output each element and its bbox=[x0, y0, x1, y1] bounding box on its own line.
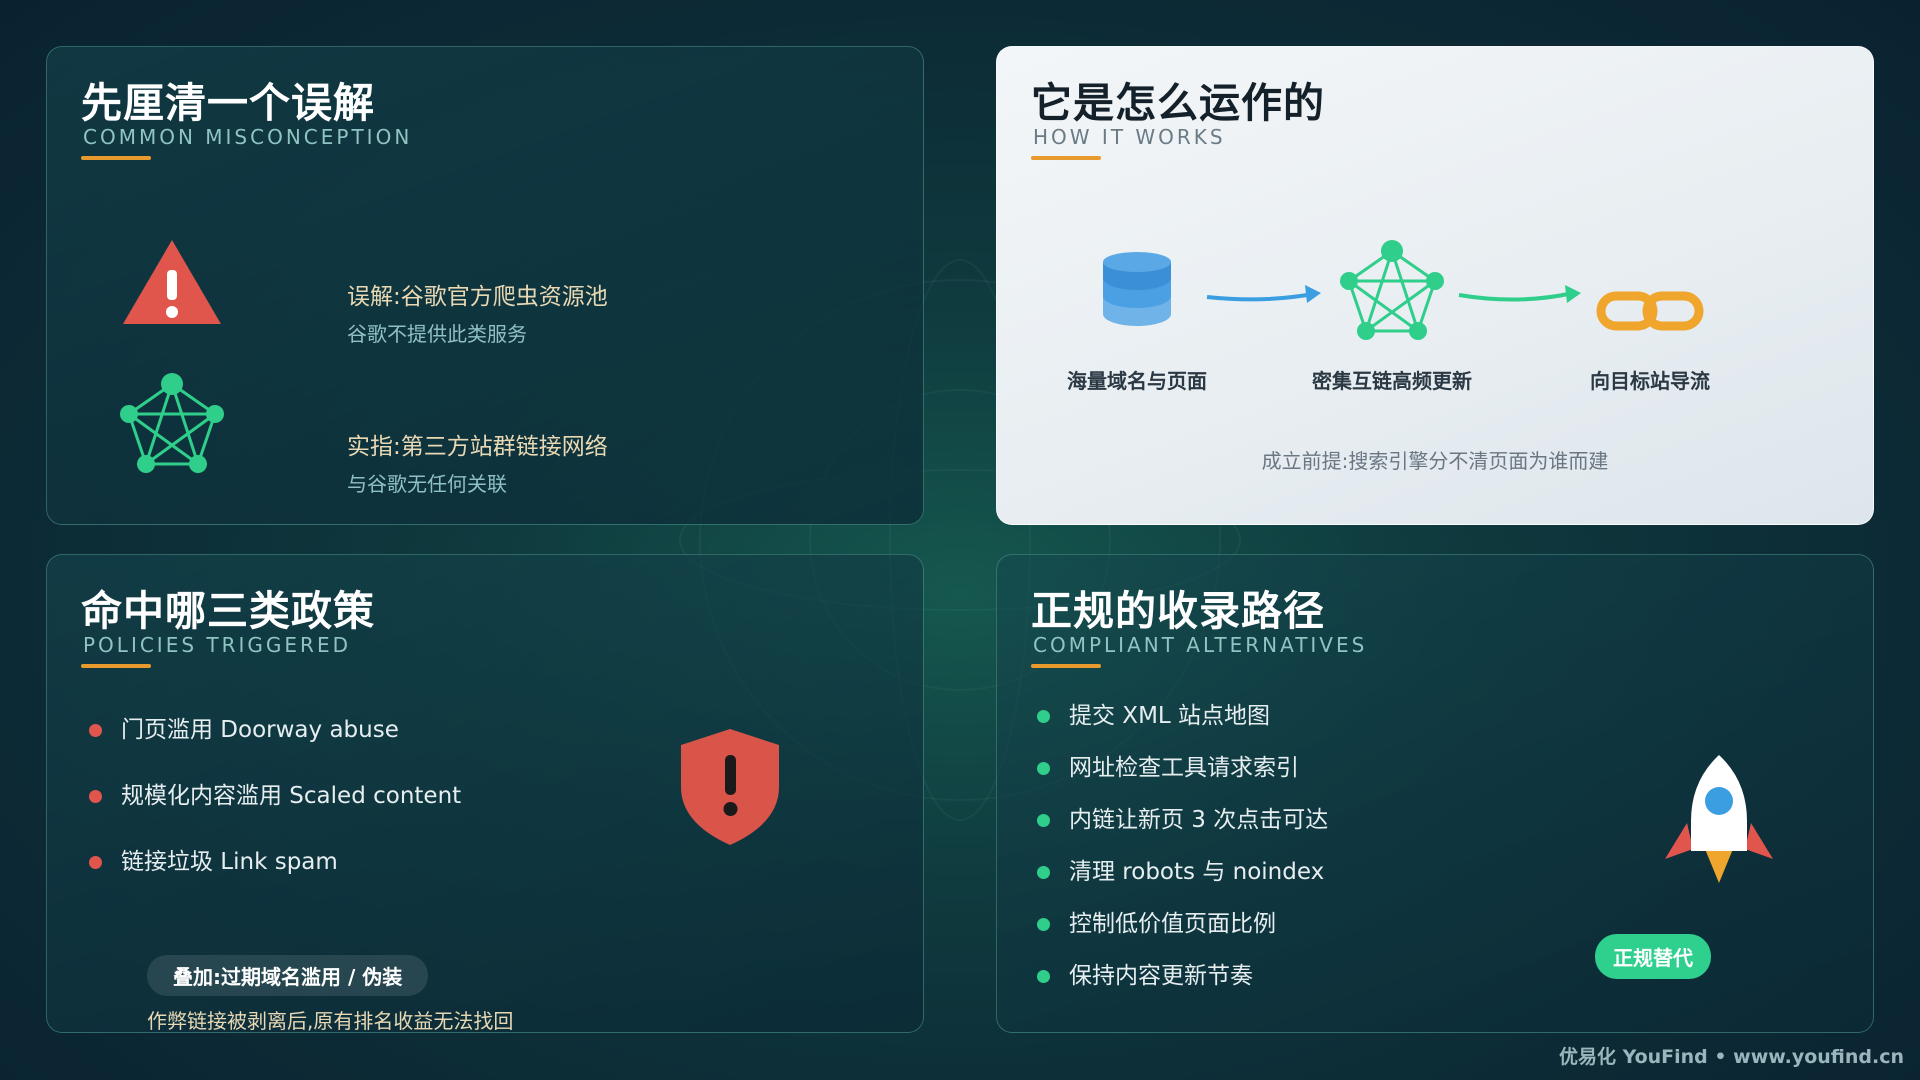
bullet-dot bbox=[1037, 762, 1050, 775]
bullet-dot bbox=[89, 856, 102, 869]
title-underline bbox=[81, 156, 151, 160]
list-item: 清理 robots 与 noindex bbox=[1037, 857, 1328, 909]
overlay-pill: 叠加:过期域名滥用 / 伪装 bbox=[147, 955, 429, 996]
how-it-works-title: 它是怎么运作的 bbox=[1031, 79, 1325, 127]
list-item: 门页滥用 Doorway abuse bbox=[89, 715, 461, 781]
alternatives-list: 提交 XML 站点地图 网址检查工具请求索引 内链让新页 3 次点击可达 清理 … bbox=[1037, 701, 1328, 1013]
network-icon bbox=[120, 373, 224, 473]
database-icon bbox=[1103, 252, 1171, 326]
arrow-right-icon bbox=[1206, 285, 1321, 303]
alternatives-card: 正规的收录路径 COMPLIANT ALTERNATIVES 提交 XML 站点… bbox=[996, 554, 1874, 1033]
list-item: 链接垃圾 Link spam bbox=[89, 847, 461, 913]
list-item: 控制低价值页面比例 bbox=[1037, 909, 1328, 961]
bullet-dot bbox=[89, 790, 102, 803]
alternative-label: 控制低价值页面比例 bbox=[1069, 911, 1276, 937]
step-label: 向目标站导流 bbox=[1590, 369, 1710, 393]
list-item: 网址检查工具请求索引 bbox=[1037, 753, 1328, 805]
list-item: 提交 XML 站点地图 bbox=[1037, 701, 1328, 753]
misconception-heading: 实指:第三方站群链接网络 bbox=[347, 434, 608, 460]
bullet-dot bbox=[1037, 970, 1050, 983]
misconception-desc: 与谷歌无任何关联 bbox=[347, 472, 507, 496]
step-label: 密集互链高频更新 bbox=[1312, 369, 1472, 393]
misconception-heading: 误解:谷歌官方爬虫资源池 bbox=[347, 284, 608, 310]
footer-brand: 优易化 YouFind • www.youfind.cn bbox=[1558, 1046, 1904, 1068]
how-it-works-subtitle: HOW IT WORKS bbox=[1033, 125, 1226, 149]
policy-label: 规模化内容滥用 Scaled content bbox=[121, 783, 462, 809]
policies-card: 命中哪三类政策 POLICIES TRIGGERED 门页滥用 Doorway … bbox=[46, 554, 924, 1033]
alternative-label: 提交 XML 站点地图 bbox=[1069, 703, 1271, 729]
step-label: 海量域名与页面 bbox=[1067, 369, 1207, 393]
shield-alert-icon bbox=[681, 729, 779, 845]
list-item: 保持内容更新节奏 bbox=[1037, 961, 1328, 1013]
bullet-dot bbox=[1037, 814, 1050, 827]
list-item: 内链让新页 3 次点击可达 bbox=[1037, 805, 1328, 857]
arrow-right-icon bbox=[1458, 285, 1581, 303]
bullet-dot bbox=[1037, 710, 1050, 723]
policies-subtitle: POLICIES TRIGGERED bbox=[83, 633, 351, 657]
misconception-desc: 谷歌不提供此类服务 bbox=[347, 322, 527, 346]
title-underline bbox=[81, 664, 151, 668]
alternative-label: 网址检查工具请求索引 bbox=[1069, 755, 1299, 781]
compliant-badge: 正规替代 bbox=[1595, 934, 1711, 979]
alternative-label: 内链让新页 3 次点击可达 bbox=[1069, 807, 1329, 833]
misconception-subtitle: COMMON MISCONCEPTION bbox=[83, 125, 413, 149]
rocket-icon bbox=[1665, 755, 1773, 883]
bullet-dot bbox=[1037, 866, 1050, 879]
premise-text: 成立前提:搜索引擎分不清页面为谁而建 bbox=[1261, 449, 1609, 473]
link-chain-icon bbox=[1596, 291, 1704, 331]
list-item: 规模化内容滥用 Scaled content bbox=[89, 781, 461, 847]
bullet-dot bbox=[89, 724, 102, 737]
warning-triangle-icon bbox=[123, 240, 221, 324]
title-underline bbox=[1031, 156, 1101, 160]
policy-label: 门页滥用 Doorway abuse bbox=[121, 717, 399, 743]
title-underline bbox=[1031, 664, 1101, 668]
bullet-dot bbox=[1037, 918, 1050, 931]
how-it-works-card: 它是怎么运作的 HOW IT WORKS 海量域名与页面 密集互链高频更新 向目… bbox=[996, 46, 1874, 525]
alternative-label: 清理 robots 与 noindex bbox=[1069, 859, 1325, 885]
policy-label: 链接垃圾 Link spam bbox=[121, 849, 338, 875]
alternatives-subtitle: COMPLIANT ALTERNATIVES bbox=[1033, 633, 1368, 657]
network-icon bbox=[1340, 240, 1444, 340]
policies-title: 命中哪三类政策 bbox=[81, 587, 375, 635]
alternative-label: 保持内容更新节奏 bbox=[1069, 963, 1253, 989]
alternatives-title: 正规的收录路径 bbox=[1031, 587, 1325, 635]
misconception-card: 先厘清一个误解 COMMON MISCONCEPTION 误解:谷歌官方爬虫资源… bbox=[46, 46, 924, 525]
policy-list: 门页滥用 Doorway abuse 规模化内容滥用 Scaled conten… bbox=[89, 715, 461, 913]
overlay-note: 作弊链接被剥离后,原有排名收益无法找回 bbox=[147, 1009, 514, 1033]
misconception-title: 先厘清一个误解 bbox=[81, 79, 375, 127]
